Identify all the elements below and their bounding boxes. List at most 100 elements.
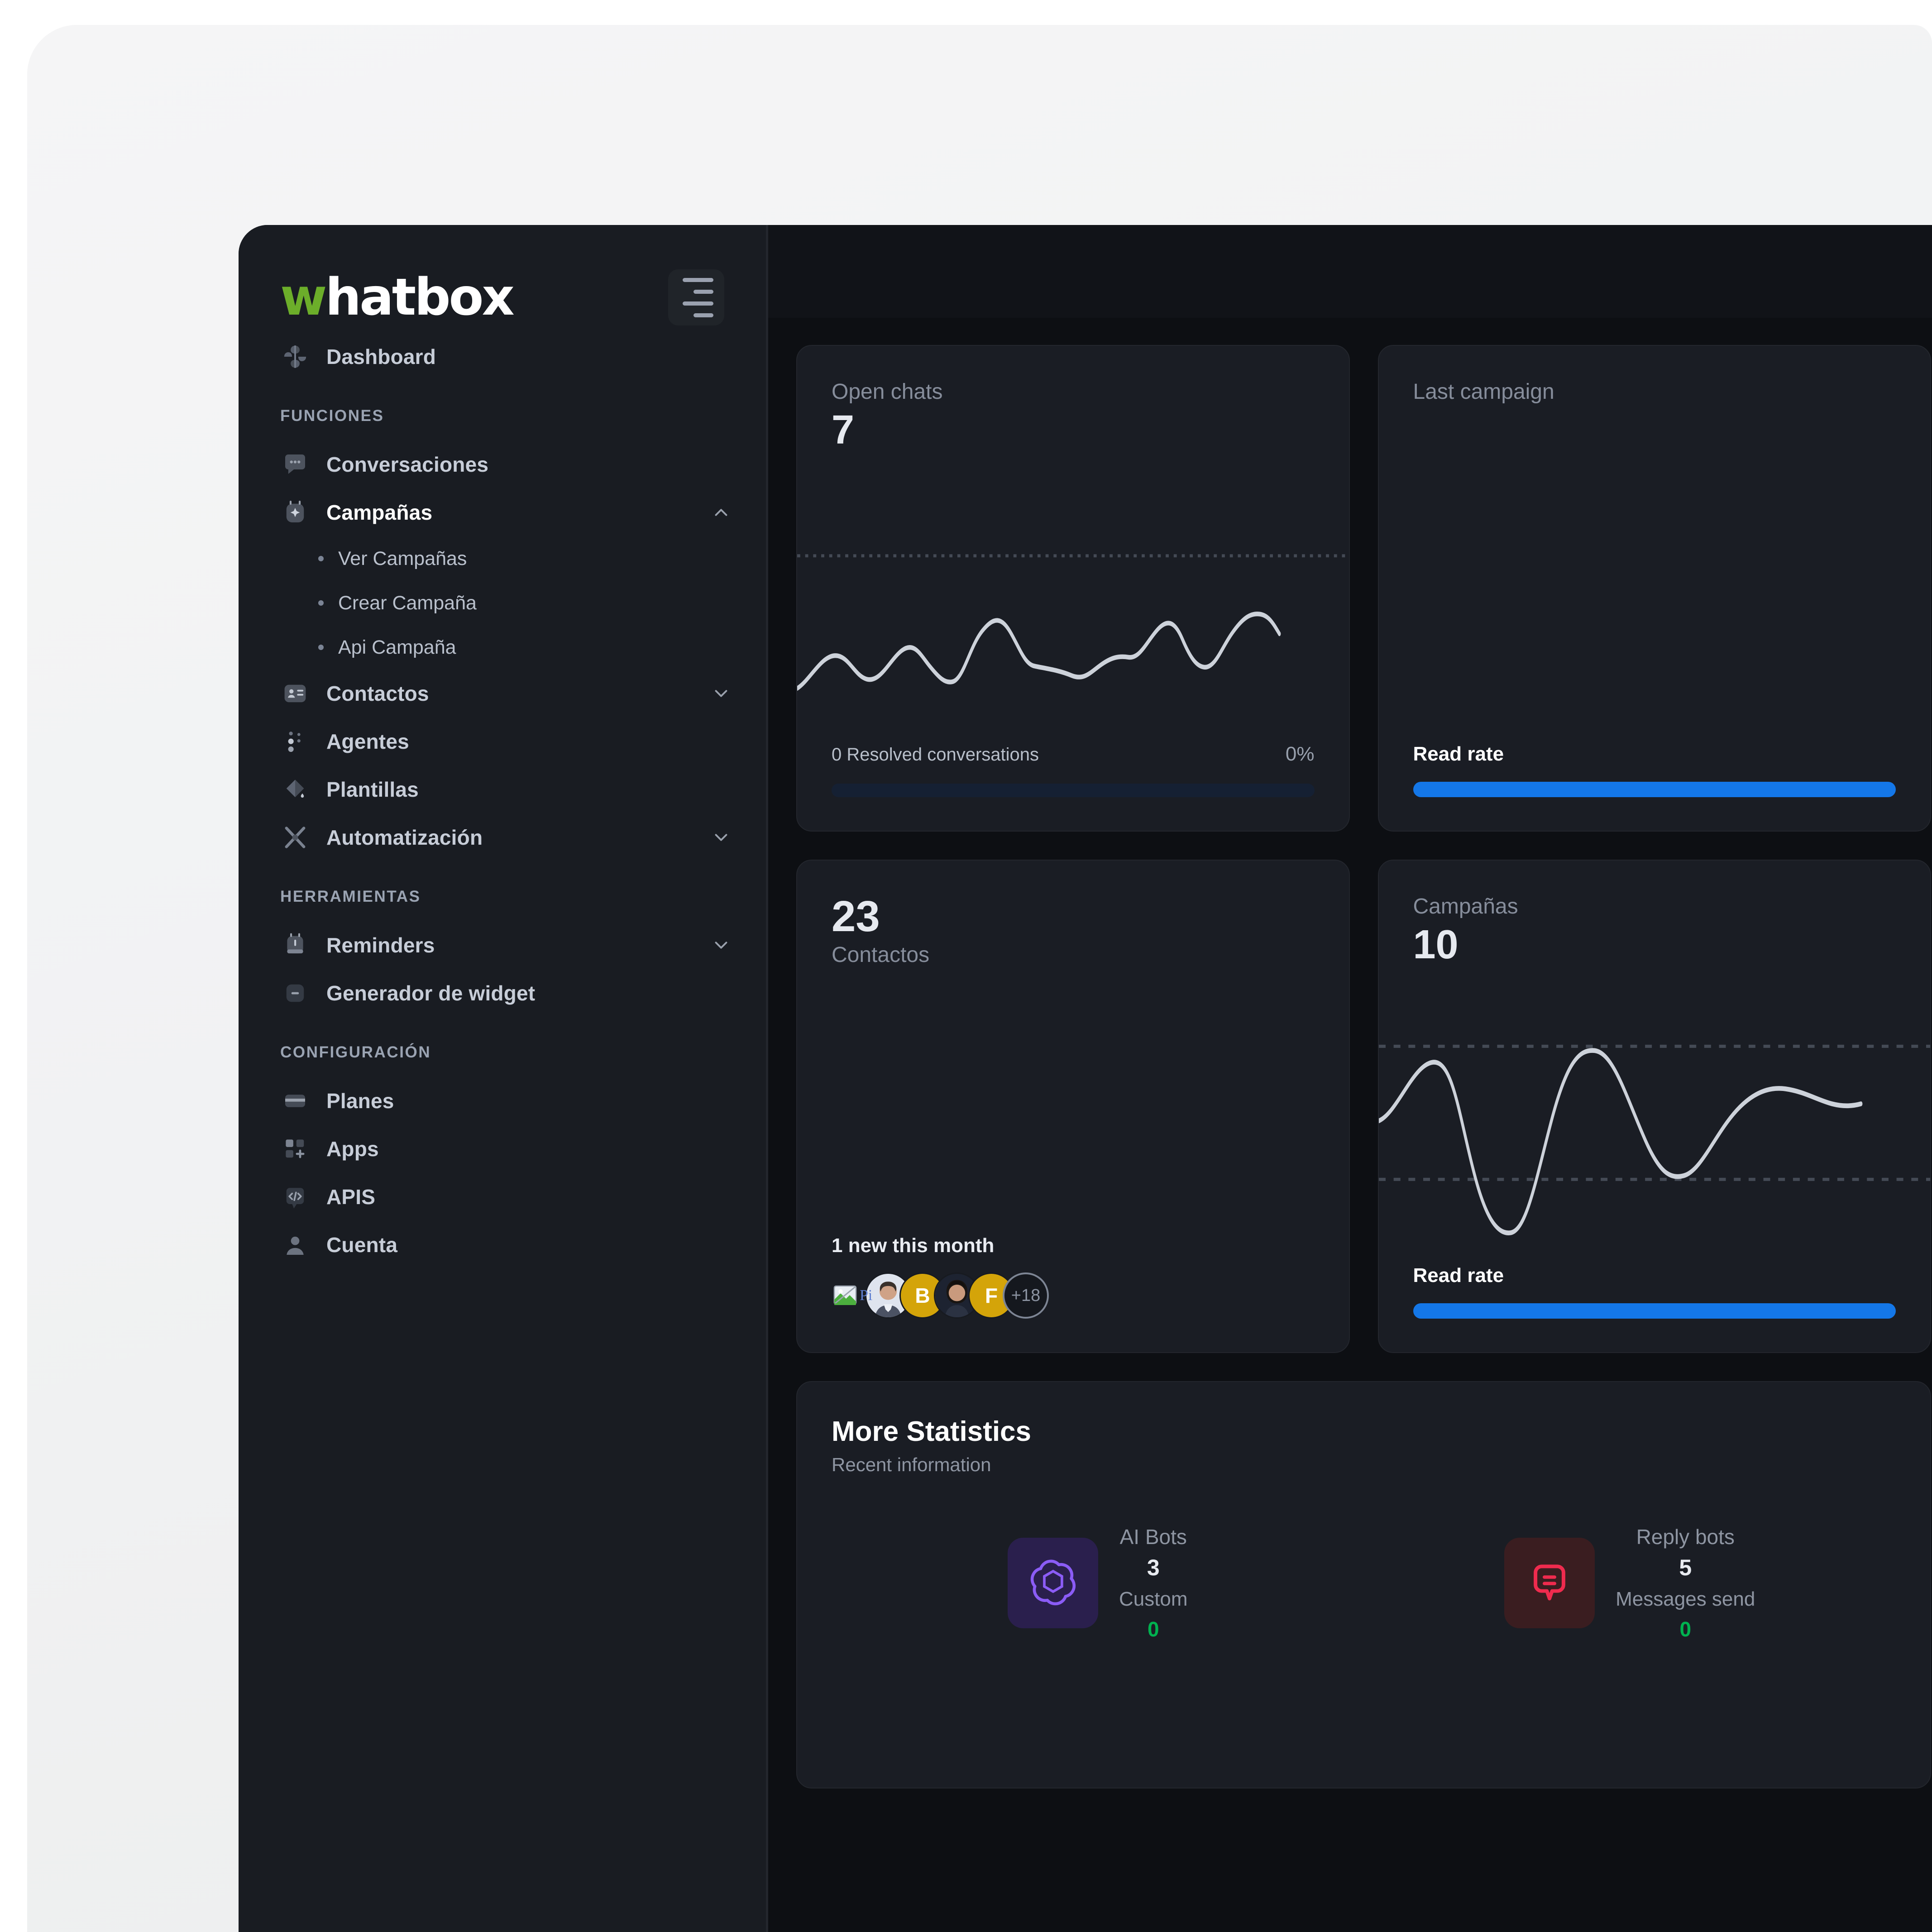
contactos-avatar-group[interactable]: Pi B F +18 <box>832 1272 1315 1319</box>
sidebar-item-conversaciones[interactable]: Conversaciones <box>239 440 766 488</box>
card-label: Open chats <box>832 380 943 404</box>
logo-rest: hatbox <box>325 268 514 327</box>
hamburger-menu-icon[interactable] <box>668 269 724 325</box>
apps-icon <box>280 1134 310 1164</box>
bullet-icon <box>318 556 324 561</box>
brand-row: w hatbox <box>239 225 766 325</box>
stats-title: More Statistics <box>832 1416 1032 1447</box>
sidebar-item-label: Automatización <box>326 826 483 849</box>
dashboard-icon <box>280 342 310 372</box>
sidebar-subitem-label: Crear Campaña <box>338 592 477 614</box>
sidebar-item-label: Conversaciones <box>326 453 489 476</box>
read-rate-label: Read rate <box>1413 743 1504 765</box>
sidebar-item-label: Agentes <box>326 730 409 753</box>
main-content: Open chats 7 0 Resolved conversations 0%… <box>768 225 1932 1932</box>
sidebar-item-generador-widget[interactable]: Generador de widget <box>239 969 766 1017</box>
chevron-down-icon[interactable] <box>711 935 732 956</box>
user-icon <box>280 1230 310 1260</box>
sidebar-item-label: Apps <box>326 1137 379 1161</box>
dashboard-row-1: Open chats 7 0 Resolved conversations 0%… <box>796 345 1931 832</box>
card-open-chats[interactable]: Open chats 7 0 Resolved conversations 0% <box>796 345 1350 832</box>
automation-icon <box>280 823 310 852</box>
stat-zero-value: 0 <box>1147 1617 1159 1641</box>
sidebar-item-plantillas[interactable]: Plantillas <box>239 765 766 813</box>
resolved-progress-bar <box>832 784 1315 797</box>
dashboard-grid: Open chats 7 0 Resolved conversations 0%… <box>768 318 1932 1789</box>
stats-grid: AI Bots 3 Custom 0 Reply bots 5 Messages… <box>832 1525 1896 1641</box>
hamburger-line-4 <box>693 313 713 317</box>
sidebar-item-contactos[interactable]: Contactos <box>239 670 766 717</box>
card-campanas[interactable]: Campañas 10 Read rate <box>1377 860 1931 1353</box>
app-logo[interactable]: w hatbox <box>280 268 515 327</box>
code-icon <box>280 1182 310 1212</box>
bell-icon <box>280 930 310 960</box>
card-more-statistics[interactable]: More Statistics Recent information AI Bo… <box>796 1381 1931 1789</box>
hamburger-line-2 <box>693 289 713 294</box>
stat-sublabel: Custom <box>1119 1588 1188 1610</box>
sidebar-nav: Dashboard FUNCIONES Conversaciones Campa… <box>239 333 766 1269</box>
dashboard-row-2: 23 Contactos 1 new this month Pi B F +18… <box>796 860 1931 1353</box>
chevron-down-icon[interactable] <box>711 683 732 704</box>
sidebar-section-funciones: FUNCIONES <box>280 407 384 425</box>
hamburger-line-1 <box>683 277 713 282</box>
widget-icon <box>280 978 310 1008</box>
card-label: Last campaign <box>1413 380 1554 404</box>
sidebar-item-label: Dashboard <box>326 345 436 368</box>
read-rate-label: Read rate <box>1413 1264 1504 1286</box>
sidebar-item-reminders[interactable]: Reminders <box>239 921 766 969</box>
sidebar-subitem-ver-campanas[interactable]: Ver Campañas <box>239 536 766 581</box>
bullet-icon <box>318 645 324 650</box>
sidebar-item-label: Cuenta <box>326 1233 398 1257</box>
dashboard-row-3: More Statistics Recent information AI Bo… <box>796 1381 1931 1789</box>
bullet-icon <box>318 600 324 606</box>
read-rate-progress-bar <box>1413 1303 1896 1319</box>
sidebar-item-apps[interactable]: Apps <box>239 1125 766 1173</box>
stat-name: Reply bots <box>1636 1525 1735 1549</box>
openai-icon <box>1007 1538 1098 1628</box>
sidebar-item-planes[interactable]: Planes <box>239 1077 766 1125</box>
open-chats-value: 7 <box>832 407 855 453</box>
open-chats-footer: 0 Resolved conversations 0% <box>832 743 1315 797</box>
sidebar-item-agentes[interactable]: Agentes <box>239 717 766 765</box>
sidebar-item-campanas[interactable]: Campañas <box>239 488 766 536</box>
sidebar-item-apis[interactable]: APIS <box>239 1173 766 1221</box>
chevron-up-icon[interactable] <box>711 502 732 523</box>
stats-subtitle: Recent information <box>832 1454 991 1475</box>
sidebar-item-label: Generador de widget <box>326 981 536 1005</box>
campanas-sparkline <box>1378 966 1930 1265</box>
sidebar-subitem-api-campana[interactable]: Api Campaña <box>239 625 766 670</box>
sidebar-item-dashboard[interactable]: Dashboard <box>239 333 766 381</box>
sidebar-subitem-crear-campana[interactable]: Crear Campaña <box>239 581 766 625</box>
app-window: w hatbox Dashboard FUNCIONES Conversacio… <box>239 225 1932 1932</box>
chevron-down-icon[interactable] <box>711 827 732 848</box>
card-last-campaign[interactable]: Last campaign Read rate <box>1377 345 1931 832</box>
resolved-percent: 0% <box>1285 743 1315 765</box>
sidebar-item-label: Reminders <box>326 933 435 957</box>
sidebar: w hatbox Dashboard FUNCIONES Conversacio… <box>239 225 768 1932</box>
avatar-overflow-count[interactable]: +18 <box>1003 1272 1049 1319</box>
stat-ai-bots[interactable]: AI Bots 3 Custom 0 <box>832 1525 1364 1641</box>
contactos-new-this-month: 1 new this month <box>832 1234 995 1257</box>
card-contactos[interactable]: 23 Contactos 1 new this month Pi B F +18 <box>796 860 1350 1353</box>
card-icon <box>280 1086 310 1116</box>
stat-sublabel: Messages send <box>1616 1588 1755 1610</box>
open-chats-sparkline <box>797 452 1349 743</box>
logo-w-accent: w <box>280 268 327 327</box>
sidebar-subitem-label: Api Campaña <box>338 636 456 658</box>
stat-count: 3 <box>1147 1555 1160 1580</box>
sidebar-item-cuenta[interactable]: Cuenta <box>239 1221 766 1269</box>
campanas-value: 10 <box>1413 922 1459 967</box>
template-icon <box>280 775 310 804</box>
sidebar-item-label: Contactos <box>326 682 429 705</box>
sidebar-item-label: Planes <box>326 1089 394 1113</box>
resolved-conversations-text: 0 Resolved conversations <box>832 745 1039 765</box>
stat-reply-bots[interactable]: Reply bots 5 Messages send 0 <box>1364 1525 1896 1641</box>
read-rate-progress-bar <box>1413 782 1896 797</box>
sidebar-item-label: APIS <box>326 1185 376 1209</box>
sidebar-item-automatizacion[interactable]: Automatización <box>239 813 766 861</box>
card-label: Contactos <box>832 942 930 967</box>
stat-name: AI Bots <box>1119 1525 1187 1549</box>
sidebar-item-label: Plantillas <box>326 778 419 801</box>
sidebar-subitem-label: Ver Campañas <box>338 547 467 569</box>
stat-count: 5 <box>1679 1555 1692 1580</box>
